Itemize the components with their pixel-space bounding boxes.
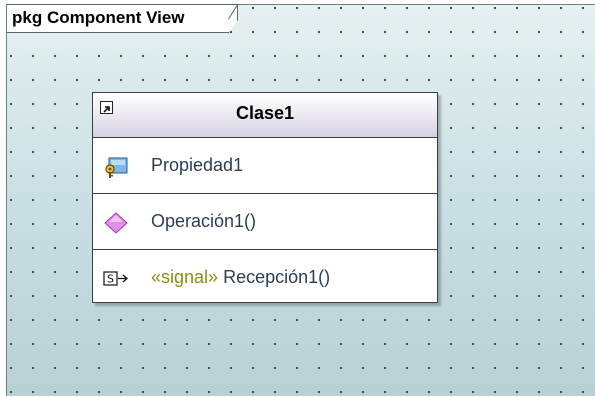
package-tab[interactable]: pkg Component View [6,4,238,33]
class-header[interactable]: Clase1 [93,93,437,138]
reception-label[interactable]: «signal» Recepción1() [151,267,330,288]
package-label: pkg Component View [12,8,185,27]
reception-name: Recepción1() [223,267,331,287]
attributes-compartment[interactable]: Propiedad1 [93,138,437,194]
class-name: Clase1 [235,103,295,123]
property-label[interactable]: Propiedad1 [151,155,243,176]
operation-label[interactable]: Operación1() [151,211,256,232]
operation-diamond-icon [104,212,128,234]
signal-reception-icon: S [103,271,128,286]
signal-stereotype: «signal» [151,267,219,287]
receptions-compartment[interactable]: S «signal» Recepción1() [93,250,437,304]
operations-compartment[interactable]: Operación1() [93,194,437,250]
property-key-icon [105,157,128,178]
svg-text:S: S [107,273,114,286]
class-element[interactable]: Clase1 Propiedad1 Operación1() S «signal… [92,92,438,303]
